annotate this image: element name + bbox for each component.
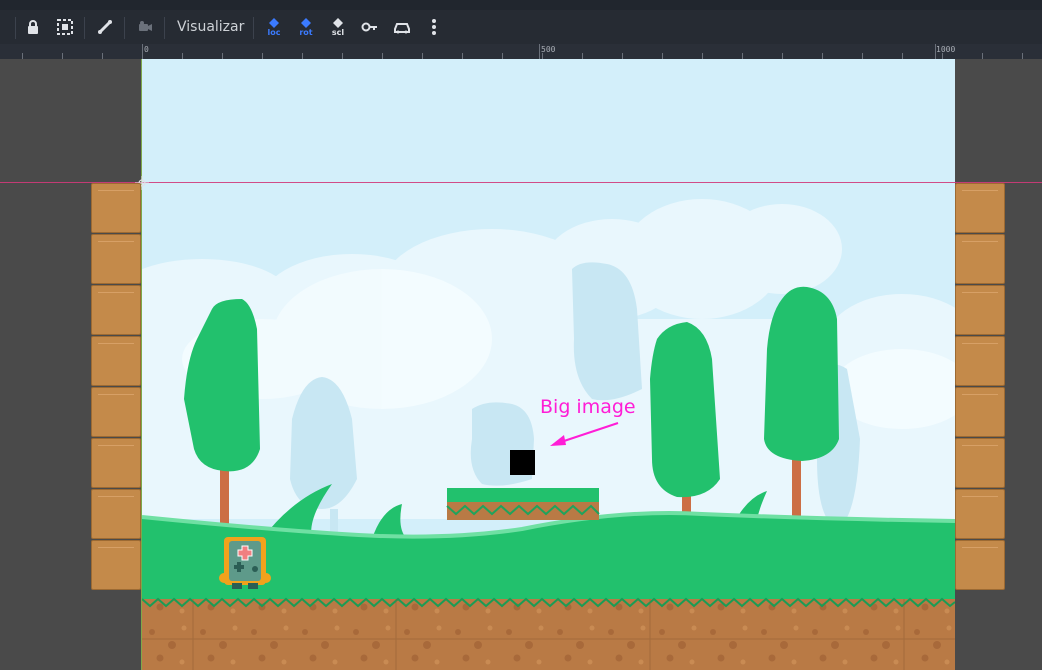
scl-key-icon: scl bbox=[332, 18, 345, 37]
canvas-viewport[interactable]: Big image bbox=[0, 59, 1042, 670]
ruler-label: 0 bbox=[144, 45, 149, 54]
floating-platform bbox=[446, 488, 600, 520]
rot-key-icon: rot bbox=[299, 18, 313, 37]
group-button[interactable] bbox=[53, 15, 77, 39]
wall-brick bbox=[91, 489, 141, 539]
wall-brick bbox=[91, 183, 141, 233]
wall-brick bbox=[955, 438, 1005, 488]
wall-brick bbox=[955, 183, 1005, 233]
view-menu[interactable]: Visualizar bbox=[177, 19, 244, 35]
wall-brick bbox=[955, 336, 1005, 386]
more-vertical-icon bbox=[432, 19, 436, 35]
horizontal-guide-line bbox=[0, 182, 1042, 183]
wall-brick bbox=[91, 387, 141, 437]
toolbar-separator bbox=[84, 17, 85, 39]
svg-text:loc: loc bbox=[268, 28, 281, 37]
big-image-sprite[interactable] bbox=[510, 450, 535, 475]
rot-key-button[interactable]: rot bbox=[294, 15, 318, 39]
vertical-guide-line bbox=[141, 59, 142, 670]
key-icon bbox=[361, 22, 377, 32]
lock-icon bbox=[28, 20, 38, 34]
wall-brick bbox=[955, 489, 1005, 539]
wall-brick bbox=[955, 387, 1005, 437]
wall-brick bbox=[91, 234, 141, 284]
horizontal-ruler[interactable]: 0 500 1000 bbox=[0, 44, 1042, 60]
annotation-arrow-icon bbox=[550, 422, 619, 446]
scl-key-button[interactable]: scl bbox=[326, 15, 350, 39]
bone-button[interactable] bbox=[93, 15, 117, 39]
toolbar-separator bbox=[253, 17, 254, 39]
camera-icon bbox=[139, 21, 152, 31]
more-options-button[interactable] bbox=[422, 15, 446, 39]
ruler-major-tick bbox=[142, 44, 143, 59]
wall-brick bbox=[91, 540, 141, 590]
editor-toolbar: Visualizar loc rot scl bbox=[0, 10, 1042, 44]
loc-key-icon: loc bbox=[268, 18, 281, 37]
key-button[interactable] bbox=[358, 15, 382, 39]
level-background bbox=[112, 59, 982, 670]
camera-button[interactable] bbox=[133, 15, 157, 39]
wall-brick bbox=[955, 540, 1005, 590]
car-icon bbox=[394, 23, 410, 34]
annotation-label: Big image bbox=[540, 396, 636, 418]
toolbar-separator bbox=[15, 17, 16, 39]
ruler-label: 500 bbox=[541, 45, 556, 54]
wall-brick bbox=[91, 438, 141, 488]
toolbar-separator bbox=[164, 17, 165, 39]
wall-brick bbox=[955, 234, 1005, 284]
ground bbox=[141, 589, 956, 670]
group-icon bbox=[57, 19, 73, 35]
car-button[interactable] bbox=[390, 15, 414, 39]
bone-icon bbox=[98, 20, 112, 34]
ruler-major-tick bbox=[935, 44, 936, 59]
toolbar-separator bbox=[124, 17, 125, 39]
ruler-label: 1000 bbox=[936, 45, 956, 54]
wall-brick bbox=[91, 336, 141, 386]
wall-brick bbox=[91, 285, 141, 335]
level-scene-art bbox=[112, 59, 982, 670]
lock-button[interactable] bbox=[21, 15, 45, 39]
loc-key-button[interactable]: loc bbox=[262, 15, 286, 39]
player-character bbox=[219, 537, 271, 589]
wall-brick bbox=[955, 285, 1005, 335]
svg-text:scl: scl bbox=[332, 28, 345, 37]
svg-text:rot: rot bbox=[299, 28, 312, 37]
ruler-major-tick bbox=[539, 44, 540, 59]
